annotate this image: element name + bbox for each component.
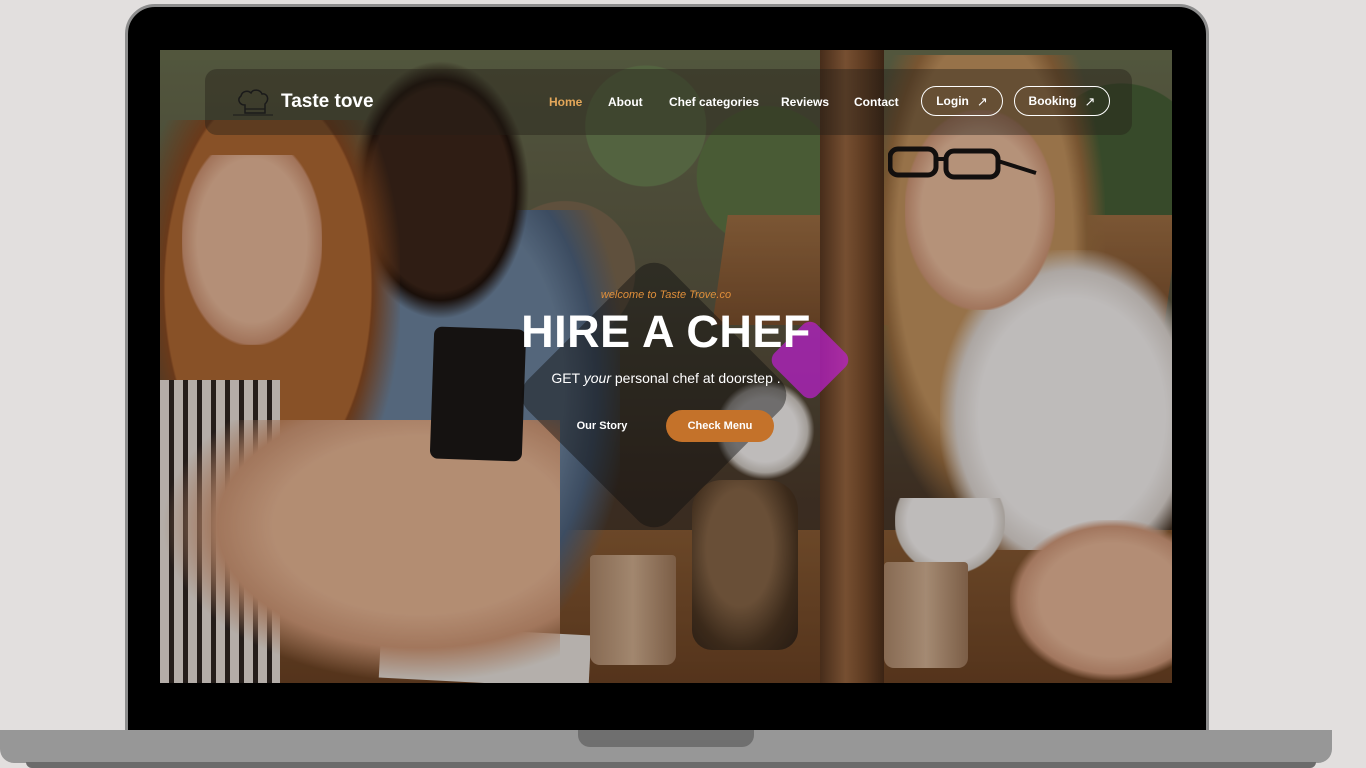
booking-button[interactable]: Booking ↗	[1014, 86, 1110, 116]
nav-contact[interactable]: Contact	[854, 95, 899, 109]
arrow-up-right-icon: ↗	[976, 93, 988, 109]
brand-name[interactable]: Taste tove	[281, 91, 374, 113]
booking-label: Booking	[1028, 94, 1077, 108]
nav-home[interactable]: Home	[549, 95, 582, 109]
welcome-text: welcome to Taste Trove.co	[600, 289, 732, 301]
hero-subtitle-suffix: personal chef at doorstep .	[614, 370, 781, 386]
nav-about[interactable]: About	[608, 95, 643, 109]
arrow-up-right-icon: ↗	[1084, 93, 1096, 109]
nav-chef-categories[interactable]: Chef categories	[669, 95, 759, 109]
chef-hat-icon	[233, 89, 273, 116]
website-screen: Taste tove Home About Chef categories Re…	[160, 50, 1172, 683]
login-label: Login	[936, 94, 969, 108]
navbar: Taste tove Home About Chef categories Re…	[205, 69, 1132, 135]
hero-subtitle-emphasis: your	[583, 370, 611, 386]
hero-title: HIRE A CHEF	[521, 306, 811, 357]
nav-reviews[interactable]: Reviews	[781, 95, 829, 109]
our-story-button[interactable]: Our Story	[562, 420, 642, 438]
hero-subtitle-prefix: GET	[551, 370, 580, 386]
hero-subtitle: GET your personal chef at doorstep .	[160, 370, 1172, 386]
laptop-base-shadow	[26, 762, 1316, 768]
check-menu-button[interactable]: Check Menu	[666, 410, 774, 442]
login-button[interactable]: Login ↗	[921, 86, 1003, 116]
laptop-notch	[578, 730, 754, 747]
